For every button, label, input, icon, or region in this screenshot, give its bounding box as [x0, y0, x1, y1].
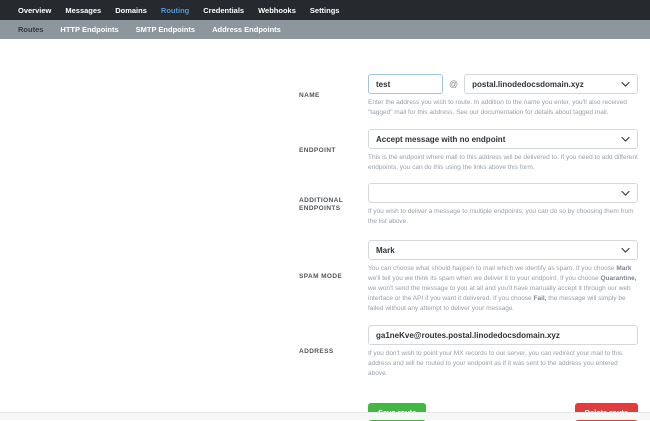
- spam-mode-select-value: Mark: [376, 245, 395, 255]
- address-label: ADDRESS: [299, 348, 334, 355]
- spam-mode-help-text: You can choose what should happen to mai…: [368, 265, 637, 312]
- spam-mode-label: SPAM MODE: [299, 273, 343, 280]
- nav-tab-routing[interactable]: Routing: [159, 6, 191, 15]
- domain-select-value: postal.linodedocsdomain.xyz: [472, 79, 584, 89]
- additional-endpoints-label: ADDITIONAL ENDPOINTS: [299, 197, 343, 212]
- nav-tab-messages[interactable]: Messages: [63, 6, 103, 15]
- app: Overview Messages Domains Routing Creden…: [0, 0, 650, 421]
- address-input[interactable]: [368, 325, 638, 345]
- form-row-spam-mode: SPAM MODE Mark You can choose what shoul…: [299, 240, 650, 314]
- endpoint-help-text: This is the endpoint where mail to this …: [368, 154, 638, 171]
- form-row-additional-endpoints: ADDITIONAL ENDPOINTS If you wish to deli…: [299, 183, 650, 227]
- form-row-name: NAME @ postal.linodedocsdomain.xyz Enter…: [299, 74, 650, 118]
- subnav-tab-smtp-endpoints[interactable]: SMTP Endpoints: [134, 25, 197, 34]
- subnav-tab-routes[interactable]: Routes: [16, 25, 45, 34]
- endpoint-select-value: Accept message with no endpoint: [376, 134, 506, 144]
- subnav-tab-address-endpoints[interactable]: Address Endpoints: [210, 25, 283, 34]
- form-row-endpoint: ENDPOINT Accept message with no endpoint…: [299, 129, 650, 173]
- endpoint-select[interactable]: Accept message with no endpoint: [368, 129, 638, 149]
- address-help-text: If you don't wish to point your MX recor…: [368, 350, 623, 377]
- footer-strip: [0, 412, 650, 420]
- form-row-address: ADDRESS If you don't wish to point your …: [299, 325, 650, 379]
- name-help-text: Enter the address you wish to route. In …: [368, 99, 627, 116]
- nav-tab-overview[interactable]: Overview: [16, 6, 53, 15]
- name-input[interactable]: [368, 74, 443, 94]
- chevron-down-icon: [621, 190, 630, 196]
- at-separator: @: [449, 79, 459, 89]
- additional-endpoints-help-text: If you wish to deliver a message to mult…: [368, 208, 634, 225]
- additional-endpoints-select[interactable]: [368, 183, 638, 203]
- endpoint-label: ENDPOINT: [299, 147, 336, 154]
- nav-tab-webhooks[interactable]: Webhooks: [256, 6, 298, 15]
- chevron-down-icon: [621, 247, 630, 253]
- route-form: NAME @ postal.linodedocsdomain.xyz Enter…: [0, 39, 650, 421]
- chevron-down-icon: [621, 81, 630, 87]
- name-label: NAME: [299, 92, 320, 99]
- nav-tab-settings[interactable]: Settings: [308, 6, 342, 15]
- domain-select[interactable]: postal.linodedocsdomain.xyz: [464, 74, 638, 94]
- chevron-down-icon: [621, 136, 630, 142]
- nav-tab-domains[interactable]: Domains: [113, 6, 149, 15]
- spam-mode-select[interactable]: Mark: [368, 240, 638, 260]
- nav-tab-credentials[interactable]: Credentials: [201, 6, 246, 15]
- top-nav: Overview Messages Domains Routing Creden…: [0, 0, 650, 20]
- subnav-tab-http-endpoints[interactable]: HTTP Endpoints: [58, 25, 120, 34]
- sub-nav: Routes HTTP Endpoints SMTP Endpoints Add…: [0, 20, 650, 39]
